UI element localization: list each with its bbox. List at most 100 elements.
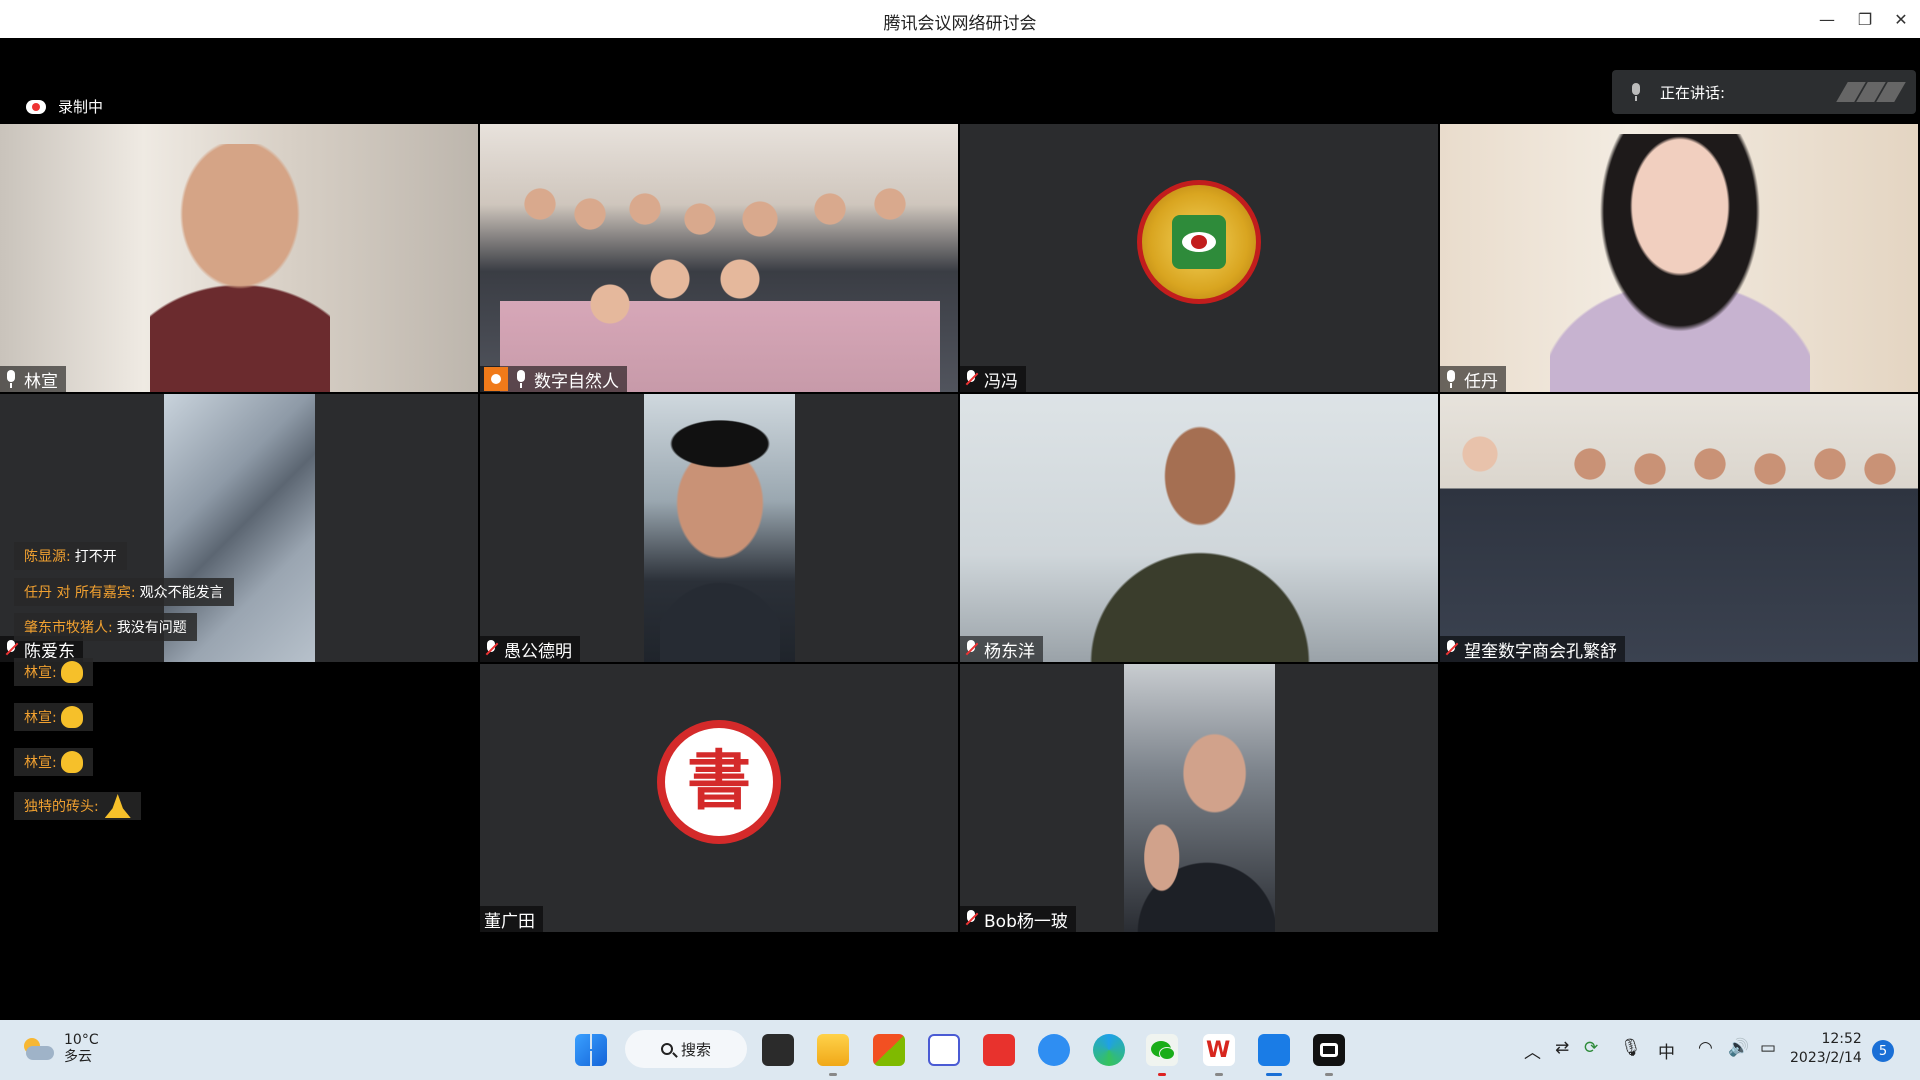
participant-label: 数字自然人 [480, 366, 627, 392]
window-title: 腾讯会议网络研讨会 [883, 14, 1037, 34]
video-tile-4[interactable]: 任丹 [1440, 124, 1918, 392]
mic-off-icon [964, 370, 978, 388]
edge-browser-icon[interactable] [1093, 1034, 1125, 1066]
video-tile-9[interactable]: 書 董广田 [480, 664, 958, 932]
mic-off-icon [964, 640, 978, 658]
participant-name: 望奎数字商会孔繁舒 [1464, 641, 1617, 662]
search-button[interactable]: 搜索 [625, 1030, 747, 1068]
chat-message: 肇东市牧猪人: 我没有问题 [14, 613, 197, 641]
participant-label: 愚公德明 [480, 636, 580, 662]
mic-off-icon [964, 910, 978, 928]
chevron-up-icon[interactable]: ︿ [1524, 1038, 1541, 1063]
video-tile-6[interactable]: 愚公德明 [480, 394, 958, 662]
restore-icon[interactable]: ❐ [1850, 6, 1880, 32]
participant-name: 董广田 [484, 911, 535, 932]
mic-icon [1630, 83, 1642, 101]
recording-label: 录制中 [58, 98, 104, 116]
microphone-icon[interactable]: 🎙 [1620, 1038, 1642, 1058]
chat-message: 林宣: [14, 703, 93, 731]
system-clock[interactable]: 12:52 2023/2/14 [1790, 1030, 1862, 1068]
participant-figure [1550, 134, 1810, 392]
volume-icon[interactable]: 🔊 [1728, 1038, 1749, 1058]
file-explorer-icon[interactable] [817, 1034, 849, 1066]
video-tile-10[interactable]: Bob杨一玻 [960, 664, 1438, 932]
stamp-logo-text: 書 [687, 744, 751, 819]
participant-label: 林宣 [0, 366, 66, 392]
meeting-app: 腾讯会议网络研讨会 — ❐ ✕ 录制中 正在讲话: 林宣 数字自然人 冯冯 任丹… [0, 0, 1920, 1080]
minimize-icon[interactable]: — [1812, 6, 1842, 32]
store-icon[interactable] [873, 1034, 905, 1066]
running-indicator [829, 1073, 837, 1076]
weather-desc: 多云 [64, 1049, 92, 1065]
chat-message: 独特的砖头: [14, 792, 141, 820]
logo-icon [1172, 215, 1226, 269]
participant-label: 杨东洋 [960, 636, 1043, 662]
participant-label: 董广田 [480, 906, 543, 932]
partly-cloudy-icon [22, 1038, 56, 1060]
mic-on-icon [1444, 370, 1458, 388]
video-tile-3[interactable]: 冯冯 [960, 124, 1438, 392]
participant-name: 冯冯 [984, 371, 1018, 392]
task-view-icon[interactable] [762, 1034, 794, 1066]
chat-message: 林宣: [14, 748, 93, 776]
participant-label: 望奎数字商会孔繁舒 [1440, 636, 1625, 662]
video-tile-1[interactable]: 林宣 [0, 124, 478, 392]
huawei-icon[interactable] [983, 1034, 1015, 1066]
search-icon [660, 1043, 673, 1055]
mic-off-icon [4, 640, 18, 658]
running-indicator [1215, 1073, 1223, 1076]
clock-time: 12:52 [1821, 1031, 1862, 1047]
running-indicator [1158, 1073, 1166, 1076]
weather-widget[interactable]: 10°C 多云 [22, 1032, 99, 1066]
video-tile-2[interactable]: 数字自然人 [480, 124, 958, 392]
mic-off-icon [1444, 640, 1458, 658]
chat-message: 陈显源: 打不开 [14, 542, 127, 570]
tencent-meeting-icon[interactable] [1258, 1034, 1290, 1066]
sync-icon[interactable]: ⟳ [1584, 1038, 1598, 1058]
mic-off-icon [484, 640, 498, 658]
participant-figure [1124, 684, 1275, 932]
mic-on-icon [514, 370, 528, 388]
notification-badge[interactable]: 5 [1872, 1040, 1894, 1062]
avatar: 書 [657, 720, 781, 844]
host-icon [484, 367, 508, 391]
battery-icon[interactable]: ▭ [1760, 1038, 1776, 1058]
speaking-panel: 正在讲话: [1612, 70, 1916, 114]
recording-indicator[interactable]: 录制中 [26, 96, 103, 117]
participant-label: 任丹 [1440, 366, 1506, 392]
recording-icon [26, 99, 46, 114]
search-label: 搜索 [680, 1040, 711, 1059]
title-bar: 腾讯会议网络研讨会 — ❐ ✕ [0, 0, 1920, 38]
cloud-app-icon[interactable] [1038, 1034, 1070, 1066]
mic-on-icon [4, 370, 18, 388]
participant-label: Bob杨一玻 [960, 906, 1076, 932]
participant-name: Bob杨一玻 [984, 911, 1068, 932]
wps-icon[interactable]: W [1203, 1034, 1235, 1066]
wechat-icon[interactable] [1146, 1034, 1178, 1066]
clock-date: 2023/2/14 [1790, 1050, 1862, 1066]
participant-label: 冯冯 [960, 366, 1026, 392]
participant-name: 愚公德明 [504, 641, 572, 662]
mail-app-icon[interactable] [928, 1034, 960, 1066]
running-indicator [1266, 1073, 1282, 1076]
avatar [1137, 180, 1261, 304]
participant-name: 林宣 [24, 371, 58, 392]
chat-message: 任丹 对 所有嘉宾: 观众不能发言 [14, 578, 234, 606]
close-icon[interactable]: ✕ [1886, 6, 1916, 32]
wifi-icon[interactable]: ◠ [1698, 1038, 1713, 1058]
video-tile-7[interactable]: 杨东洋 [960, 394, 1438, 662]
participant-name: 任丹 [1464, 371, 1498, 392]
participant-name: 杨东洋 [984, 641, 1035, 662]
running-indicator [1325, 1073, 1333, 1076]
clap-emoji-icon [60, 706, 83, 728]
taskbar: 10°C 多云 搜索 W ︿ ⇄ ⟳ 🎙 中 ◠ 🔊 ▭ 12:52 2023/… [0, 1020, 1920, 1080]
settings-sliders-icon[interactable]: ⇄ [1555, 1038, 1569, 1058]
pray-emoji-icon [104, 794, 131, 818]
participant-figure [1090, 414, 1310, 662]
input-method-indicator[interactable]: 中 [1658, 1038, 1675, 1063]
capcut-icon[interactable] [1313, 1034, 1345, 1066]
clap-emoji-icon [60, 751, 83, 773]
group-photo [500, 164, 940, 392]
start-icon[interactable] [575, 1034, 607, 1066]
video-tile-8[interactable]: 望奎数字商会孔繁舒 [1440, 394, 1918, 662]
